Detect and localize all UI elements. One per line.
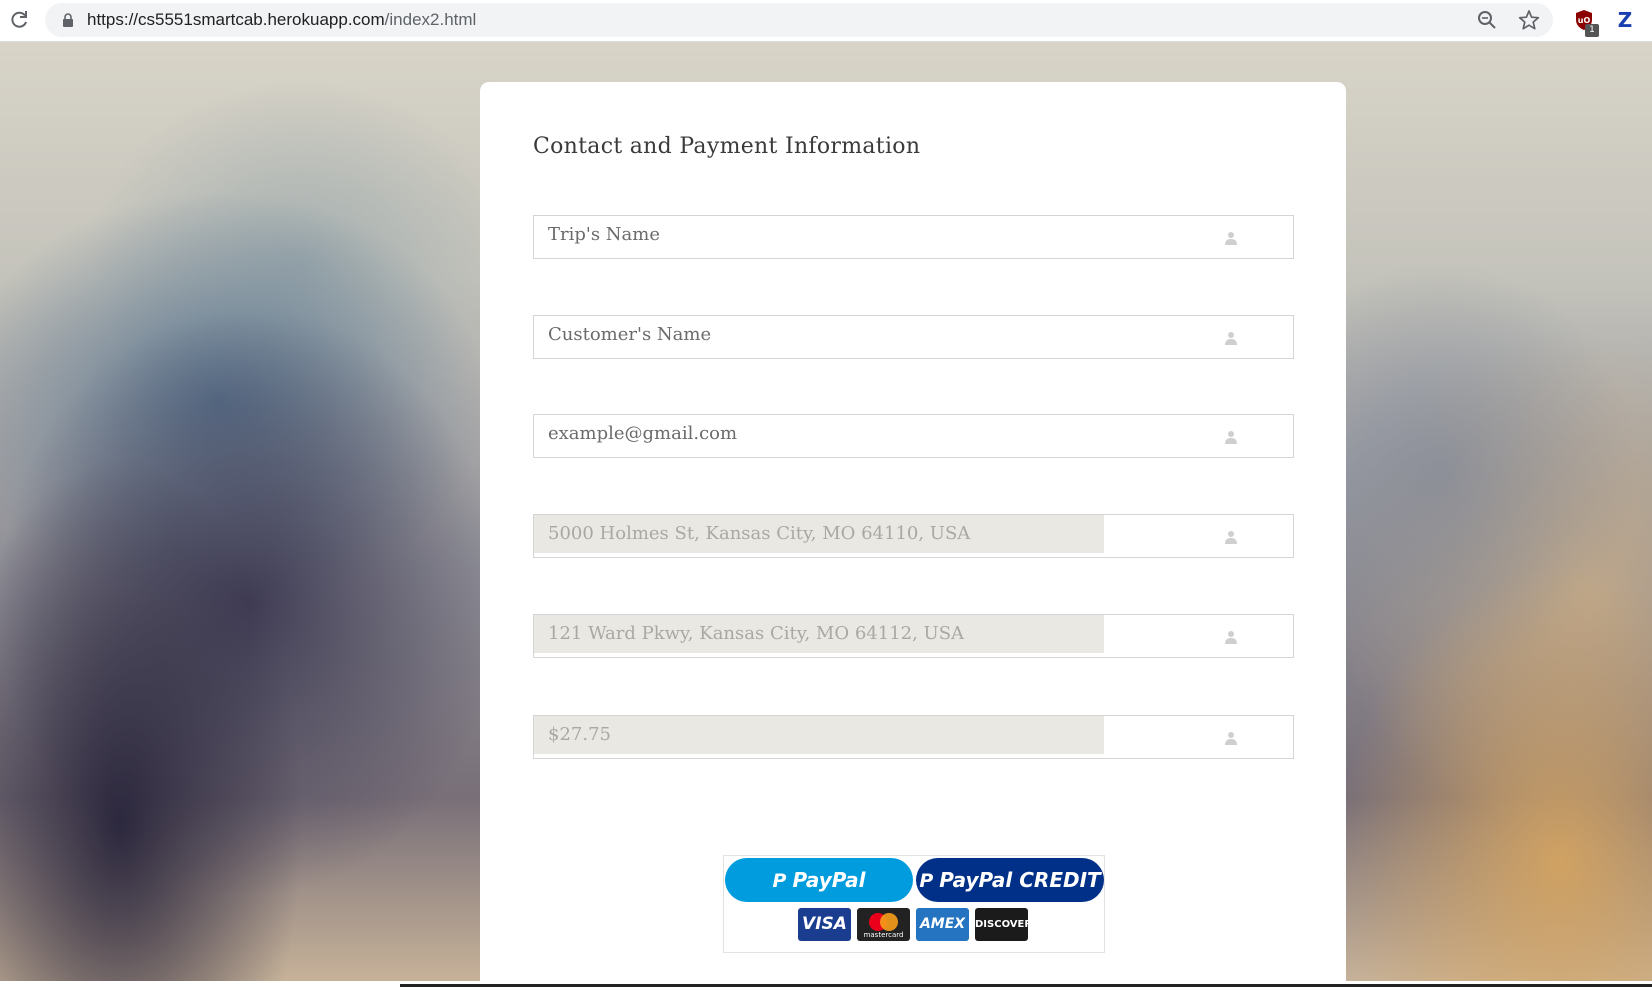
paypal-label: PayPal <box>792 868 866 892</box>
trip-name-field[interactable]: Trip's Name <box>533 215 1294 259</box>
form-title: Contact and Payment Information <box>533 134 921 159</box>
mastercard-label: mastercard <box>863 931 904 939</box>
customer-name-value: Customer's Name <box>548 324 712 345</box>
user-icon <box>1225 332 1237 345</box>
paypal-button-container: P PayPal P PayPal CREDIT VISA mastercard A… <box>723 855 1105 953</box>
trip-name-value: Trip's Name <box>548 224 660 245</box>
pickup-address-value: 5000 Holmes St, Kansas City, MO 64110, U… <box>534 515 1104 553</box>
url-host: https://cs5551smartcab.herokuapp.com <box>87 10 385 29</box>
zoom-icon[interactable] <box>1477 10 1497 30</box>
z-extension-icon[interactable]: Z <box>1615 9 1635 31</box>
reload-icon[interactable] <box>8 9 30 31</box>
pickup-address-field: 5000 Holmes St, Kansas City, MO 64110, U… <box>533 514 1294 558</box>
address-bar[interactable]: https://cs5551smartcab.herokuapp.com/ind… <box>45 3 1553 37</box>
fare-amount-value: $27.75 <box>534 716 1104 754</box>
user-icon <box>1225 431 1237 444</box>
customer-name-field[interactable]: Customer's Name <box>533 315 1294 359</box>
user-icon <box>1225 732 1237 745</box>
amex-card-icon[interactable]: AMEX <box>916 908 969 941</box>
url-text[interactable]: https://cs5551smartcab.herokuapp.com/ind… <box>87 3 476 37</box>
paypal-button[interactable]: P PayPal <box>725 858 913 902</box>
paypal-credit-label: PayPal CREDIT <box>939 868 1101 892</box>
mastercard-card-icon[interactable]: mastercard <box>857 908 910 941</box>
payment-form-card: Contact and Payment Information Trip's N… <box>480 82 1346 987</box>
paypal-logo-icon: P <box>772 870 787 892</box>
email-field[interactable]: example@gmail.com <box>533 414 1294 458</box>
extension-badge: 1 <box>1585 24 1599 37</box>
email-value: example@gmail.com <box>548 423 738 444</box>
visa-card-icon[interactable]: VISA <box>798 908 851 941</box>
lock-icon <box>63 13 73 27</box>
dropoff-address-value: 121 Ward Pkwy, Kansas City, MO 64112, US… <box>534 615 1104 653</box>
fare-amount-field: $27.75 <box>533 715 1294 759</box>
dropoff-address-field: 121 Ward Pkwy, Kansas City, MO 64112, US… <box>533 614 1294 658</box>
paypal-credit-button[interactable]: P PayPal CREDIT <box>916 858 1104 902</box>
browser-toolbar: https://cs5551smartcab.herokuapp.com/ind… <box>0 0 1652 42</box>
paypal-logo-icon: P <box>919 870 934 892</box>
user-icon <box>1225 232 1237 245</box>
user-icon <box>1225 631 1237 644</box>
user-icon <box>1225 531 1237 544</box>
url-path: /index2.html <box>384 10 477 29</box>
star-icon[interactable] <box>1518 9 1540 31</box>
discover-card-icon[interactable]: DISCOVER <box>975 908 1028 941</box>
